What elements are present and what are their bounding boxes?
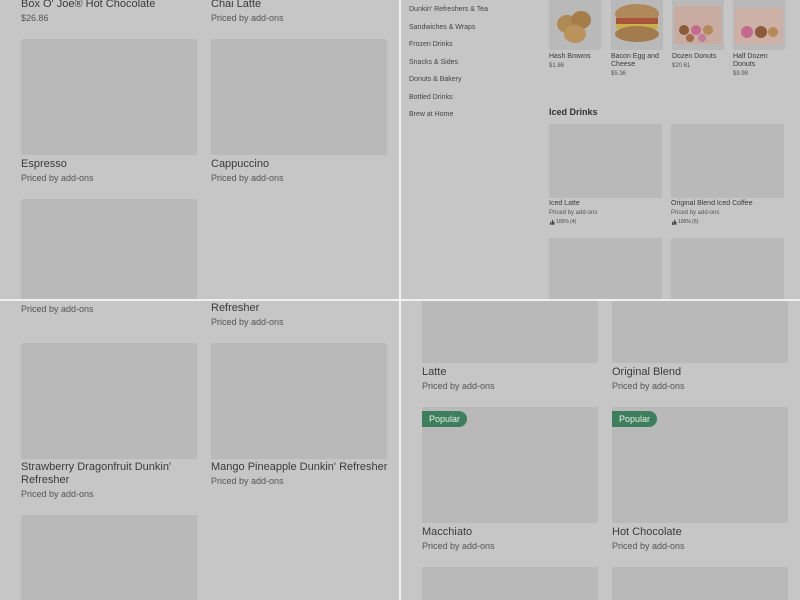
item-image[interactable] xyxy=(21,515,197,600)
item-price: Priced by add-ons xyxy=(422,541,495,551)
item-price: Priced by add-ons xyxy=(21,304,94,314)
item-name[interactable]: Refresher xyxy=(211,302,259,314)
item-price: Priced by add-ons xyxy=(211,13,284,23)
item-price: Priced by add-ons xyxy=(211,476,284,486)
item-price: $26.86 xyxy=(21,13,49,23)
item-price: $5.36 xyxy=(611,71,627,77)
item-price: Priced by add-ons xyxy=(612,541,685,551)
item-name[interactable]: Hash Browns xyxy=(549,53,601,61)
half-dozen-donuts-image[interactable] xyxy=(733,0,785,50)
rating-text: 100% (6) xyxy=(678,219,699,225)
category-link[interactable]: Frozen Drinks xyxy=(409,41,453,48)
item-price: Priced by add-ons xyxy=(612,381,685,391)
item-price: $1.86 xyxy=(549,63,565,69)
item-price: Priced by add-ons xyxy=(211,317,284,327)
menu-panel-bottom-left: Priced by add-ons Refresher Priced by ad… xyxy=(0,301,399,600)
section-title: Iced Drinks xyxy=(549,107,598,117)
item-image[interactable] xyxy=(549,124,662,198)
item-name[interactable]: Latte xyxy=(422,366,446,378)
item-price: Priced by add-ons xyxy=(549,210,598,216)
item-name[interactable]: Iced Latte xyxy=(549,200,580,208)
item-name[interactable]: Dozen Donuts xyxy=(672,53,724,61)
sandwich-image[interactable] xyxy=(611,0,663,50)
thumbs-up-icon xyxy=(672,219,677,225)
item-image[interactable] xyxy=(21,199,197,299)
popular-badge: Popular xyxy=(422,411,468,427)
item-name[interactable]: Cappuccino xyxy=(211,158,269,170)
popular-badge: Popular xyxy=(612,411,658,427)
hash-browns-icon xyxy=(557,11,591,43)
item-image[interactable] xyxy=(211,343,387,459)
menu-panel-top-right: Dunkin' Refreshers & Tea Sandwiches & Wr… xyxy=(401,0,800,299)
item-image[interactable] xyxy=(612,301,788,363)
category-link[interactable]: Snacks & Sides xyxy=(409,59,458,66)
item-name[interactable]: Box O' Joe® Hot Chocolate xyxy=(21,0,155,10)
thumbs-up-icon xyxy=(550,219,555,225)
item-image[interactable] xyxy=(422,567,598,600)
item-name[interactable]: Mango Pineapple Dunkin' Refresher xyxy=(211,461,387,473)
quadrant-divider xyxy=(0,299,800,301)
item-name[interactable]: Macchiato xyxy=(422,526,472,538)
item-price: Priced by add-ons xyxy=(21,173,94,183)
item-name[interactable]: Espresso xyxy=(21,158,67,170)
item-image[interactable] xyxy=(671,124,784,198)
item-image[interactable] xyxy=(671,238,784,299)
category-link[interactable]: Sandwiches & Wraps xyxy=(409,24,475,31)
item-price: Priced by add-ons xyxy=(422,381,495,391)
item-name[interactable]: Half Dozen Donuts xyxy=(733,53,781,69)
category-link[interactable]: Bottled Drinks xyxy=(409,94,453,101)
item-name[interactable]: Chai Latte xyxy=(211,0,261,10)
category-link[interactable]: Brew at Home xyxy=(409,111,453,118)
dozen-donuts-image[interactable] xyxy=(672,0,724,50)
item-name[interactable]: Strawberry Dragonfruit Dunkin' Refresher xyxy=(21,461,201,487)
donut-box-icon xyxy=(735,8,783,44)
item-image[interactable] xyxy=(422,301,598,363)
item-name[interactable]: Original Blend Iced Coffee xyxy=(671,200,753,208)
item-price: Priced by add-ons xyxy=(211,173,284,183)
hash-browns-image[interactable] xyxy=(549,0,601,50)
item-image[interactable] xyxy=(21,39,197,155)
menu-panel-bottom-right: Latte Priced by add-ons Original Blend P… xyxy=(401,301,800,600)
item-image[interactable] xyxy=(21,343,197,459)
item-name[interactable]: Original Blend xyxy=(612,366,681,378)
donut-box-icon xyxy=(674,6,722,44)
category-link[interactable]: Dunkin' Refreshers & Tea xyxy=(409,6,488,13)
item-price: Priced by add-ons xyxy=(671,210,720,216)
item-price: $20.61 xyxy=(672,63,691,69)
rating: 100% (6) xyxy=(671,219,698,225)
sandwich-icon xyxy=(615,4,659,42)
category-link[interactable]: Donuts & Bakery xyxy=(409,76,462,83)
item-image[interactable] xyxy=(211,39,387,155)
item-name[interactable]: Hot Chocolate xyxy=(612,526,682,538)
item-price: Priced by add-ons xyxy=(21,489,94,499)
item-image[interactable] xyxy=(612,567,788,600)
item-name[interactable]: Bacon Egg and Cheese xyxy=(611,53,667,69)
menu-panel-top-left: Box O' Joe® Hot Chocolate $26.86 Chai La… xyxy=(0,0,399,299)
rating: 100% (4) xyxy=(549,219,576,225)
item-price: $9.98 xyxy=(733,71,749,77)
rating-text: 100% (4) xyxy=(556,219,577,225)
item-image[interactable] xyxy=(549,238,662,299)
